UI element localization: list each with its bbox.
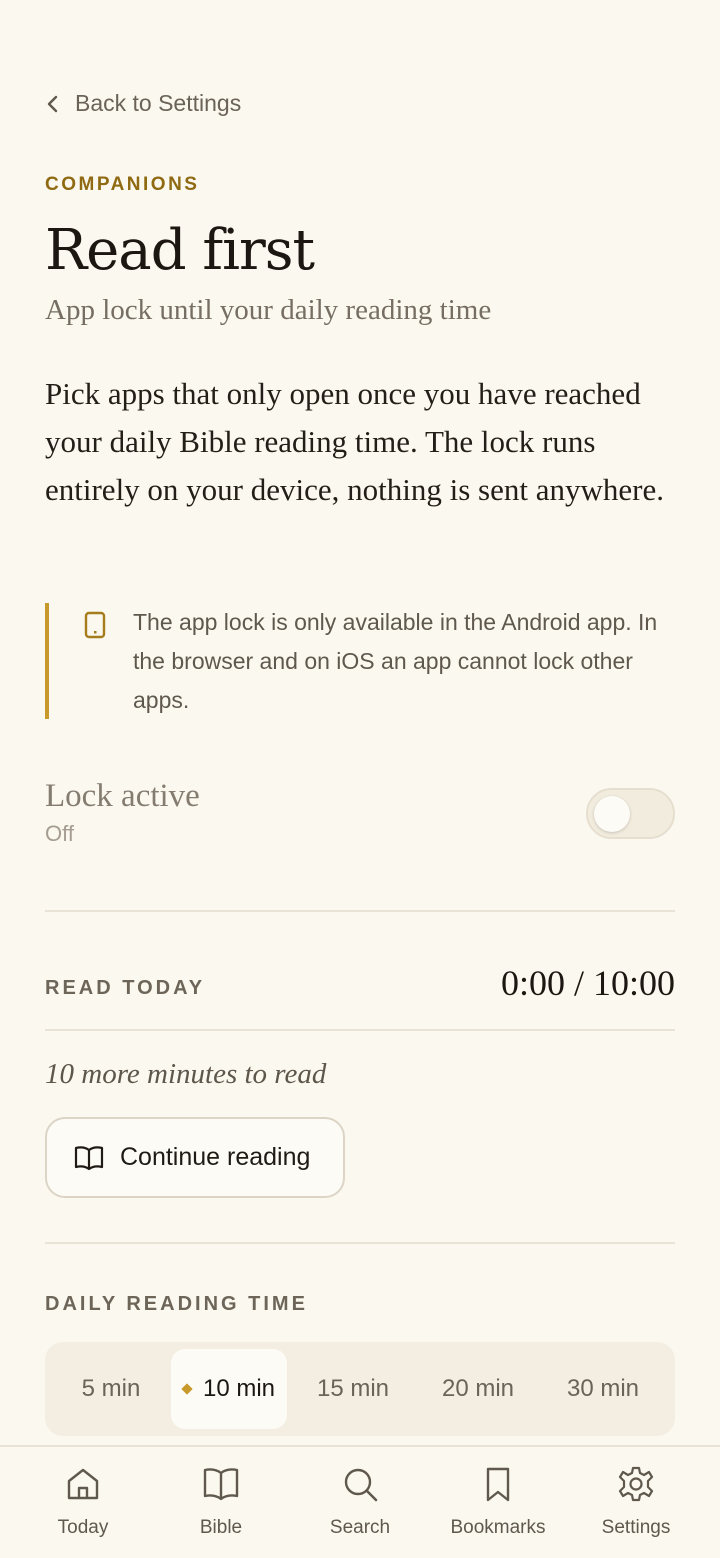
- time-option-label: 20 min: [441, 1375, 515, 1402]
- back-label: Back to Settings: [75, 90, 242, 116]
- time-option-label: 15 min: [316, 1375, 390, 1402]
- nav-item-search[interactable]: Search: [321, 1447, 399, 1558]
- home-icon: [67, 1468, 99, 1500]
- gear-icon: [618, 1466, 654, 1502]
- nav-label-bookmarks: Bookmarks: [450, 1517, 546, 1538]
- nav-item-bible[interactable]: Bible: [183, 1447, 259, 1558]
- remaining-minutes: 10 more minutes to read: [45, 1058, 327, 1090]
- read-today-value: 0:00 / 10:00: [500, 963, 675, 1003]
- daily-time-selector: 5 min 10 min 15 min 20 min 30 min: [45, 1342, 675, 1436]
- section-eyebrow: COMPANIONS: [45, 174, 200, 195]
- nav-label-search: Search: [329, 1517, 391, 1538]
- back-to-settings-link[interactable]: Back to Settings: [45, 90, 241, 117]
- chevron-left-icon: [47, 95, 58, 112]
- lock-active-label: Lock active: [45, 778, 200, 814]
- time-option-label: 10 min: [202, 1375, 276, 1402]
- time-option-10[interactable]: 10 min: [171, 1349, 287, 1429]
- nav-item-today[interactable]: Today: [45, 1447, 121, 1558]
- nav-label-settings: Settings: [601, 1517, 671, 1538]
- lock-state: Off: [45, 821, 74, 846]
- android-notice: The app lock is only available in the An…: [45, 603, 675, 719]
- lock-toggle[interactable]: [586, 788, 675, 839]
- daily-reading-time-label: DAILY READING TIME: [45, 1293, 308, 1315]
- bottom-navigation: Today Bible Search Bookmarks Settings: [0, 1445, 720, 1558]
- notice-text: The app lock is only available in the An…: [133, 609, 658, 713]
- time-option-20[interactable]: 20 min: [419, 1349, 537, 1429]
- nav-label-bible: Bible: [199, 1517, 243, 1538]
- search-icon: [344, 1468, 378, 1502]
- nav-item-bookmarks[interactable]: Bookmarks: [444, 1447, 552, 1558]
- continue-reading-button[interactable]: Continue reading: [45, 1117, 345, 1198]
- time-option-15[interactable]: 15 min: [287, 1349, 419, 1429]
- continue-reading-label: Continue reading: [120, 1143, 311, 1171]
- page-title: Read first: [45, 218, 315, 283]
- time-option-5[interactable]: 5 min: [51, 1349, 171, 1429]
- nav-label-today: Today: [57, 1517, 109, 1538]
- phone-icon: [84, 611, 106, 639]
- bookmark-icon: [486, 1467, 510, 1502]
- divider: [45, 910, 675, 912]
- time-option-label: 5 min: [81, 1375, 141, 1402]
- book-open-icon: [74, 1145, 104, 1170]
- read-today-label: READ TODAY: [45, 977, 206, 999]
- toggle-knob: [594, 796, 630, 832]
- page-subtitle: App lock until your daily reading time: [45, 294, 492, 326]
- book-icon: [203, 1468, 239, 1501]
- time-option-label: 30 min: [566, 1375, 640, 1402]
- nav-item-settings[interactable]: Settings: [594, 1447, 678, 1558]
- time-option-30[interactable]: 30 min: [537, 1349, 669, 1429]
- lock-active-row: Lock active Off: [45, 778, 675, 858]
- divider: [45, 1029, 675, 1031]
- divider: [45, 1242, 675, 1244]
- intro-text: Pick apps that only open once you have r…: [45, 376, 664, 507]
- selected-diamond-icon: [181, 1383, 193, 1395]
